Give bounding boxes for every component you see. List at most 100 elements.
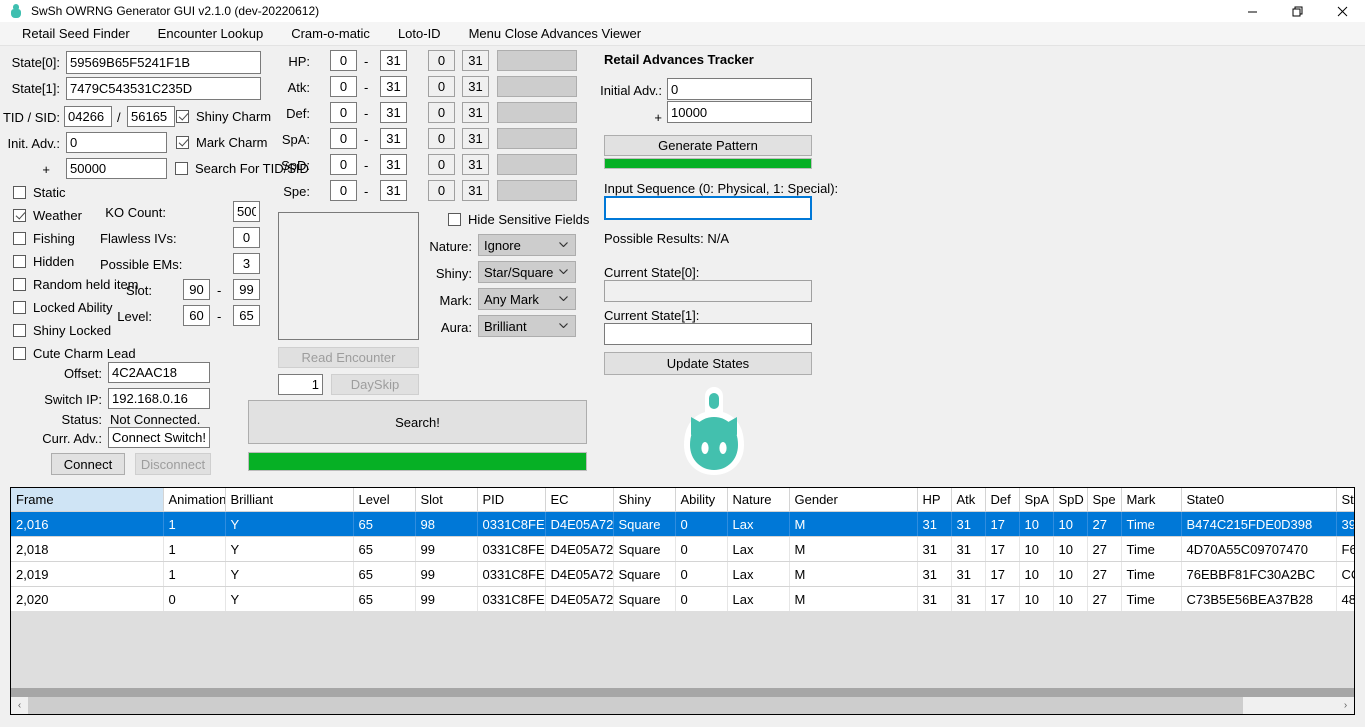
table-cell-pid: 0331C8FE <box>477 536 546 562</box>
iv-def-max-input[interactable] <box>380 102 407 123</box>
offset-input[interactable] <box>108 362 210 383</box>
table-cell-frame: 2,019 <box>11 561 164 587</box>
col-header-spa[interactable]: SpA <box>1019 488 1054 512</box>
col-header-atk[interactable]: Atk <box>951 488 986 512</box>
flag-weather-checkbox[interactable]: Weather <box>13 208 82 223</box>
close-button[interactable] <box>1320 0 1365 22</box>
col-header-state0[interactable]: State0 <box>1181 488 1337 512</box>
tracker-adv-range-input[interactable] <box>667 101 812 123</box>
flag-locked-ability-checkbox[interactable]: Locked Ability <box>13 300 113 315</box>
col-header-level[interactable]: Level <box>353 488 416 512</box>
state0-input[interactable] <box>66 51 261 74</box>
ko-count-input[interactable] <box>233 201 260 222</box>
table-cell-state0: 76EBBF81FC30A2BC <box>1181 561 1337 587</box>
iv-def-min-input[interactable] <box>330 102 357 123</box>
minimize-button[interactable] <box>1230 0 1275 22</box>
iv-hp-max-input[interactable] <box>380 50 407 71</box>
init-adv-input[interactable] <box>66 132 167 153</box>
scroll-left-button[interactable]: ‹ <box>11 697 28 714</box>
iv-atk-result-max <box>462 76 489 97</box>
col-header-def[interactable]: Def <box>985 488 1020 512</box>
initial-adv-input[interactable] <box>667 78 812 100</box>
aura-combo[interactable]: Brilliant <box>478 315 576 337</box>
results-table-scroll-band <box>11 688 1354 697</box>
col-header-state1[interactable]: State1 <box>1336 488 1354 512</box>
slot-min-input[interactable] <box>183 279 210 300</box>
table-row[interactable]: 2,018 1 Y 65 99 0331C8FE D4E05A72 Square 0 Lax M 31… <box>11 536 1354 562</box>
col-header-ec[interactable]: EC <box>545 488 614 512</box>
scrollbar-track[interactable] <box>28 697 1337 714</box>
col-header-shiny[interactable]: Shiny <box>613 488 676 512</box>
level-max-input[interactable] <box>233 305 260 326</box>
shiny-combo[interactable]: Star/Square <box>478 261 576 283</box>
col-header-spd[interactable]: SpD <box>1053 488 1088 512</box>
update-states-button[interactable]: Update States <box>604 352 812 375</box>
maximize-button[interactable] <box>1275 0 1320 22</box>
flag-cute-charm-lead-checkbox[interactable]: Cute Charm Lead <box>13 346 136 361</box>
flag-static-checkbox[interactable]: Static <box>13 185 66 200</box>
col-header-hp[interactable]: HP <box>917 488 952 512</box>
iv-atk-min-input[interactable] <box>330 76 357 97</box>
mark-combo[interactable]: Any Mark <box>478 288 576 310</box>
flawless-ivs-input[interactable] <box>233 227 260 248</box>
iv-hp-min-input[interactable] <box>330 50 357 71</box>
slot-max-input[interactable] <box>233 279 260 300</box>
results-horizontal-scrollbar[interactable]: ‹ › <box>11 697 1354 714</box>
possible-ems-input[interactable] <box>233 253 260 274</box>
menu-item-loto-id[interactable]: Loto-ID <box>388 23 451 44</box>
iv-hp-combo[interactable] <box>497 50 577 71</box>
nature-combo[interactable]: Ignore <box>478 234 576 256</box>
table-row[interactable]: 2,019 1 Y 65 99 0331C8FE D4E05A72 Square 0 Lax M 31… <box>11 561 1354 587</box>
iv-spa-min-input[interactable] <box>330 128 357 149</box>
sid-input[interactable] <box>127 106 175 127</box>
col-header-mark[interactable]: Mark <box>1121 488 1182 512</box>
col-header-brilliant[interactable]: Brilliant <box>225 488 354 512</box>
iv-spe-combo[interactable] <box>497 180 577 201</box>
table-cell-slot: 98 <box>415 511 478 537</box>
curr-adv-input[interactable] <box>108 427 210 448</box>
dayskip-count-input[interactable] <box>278 374 323 395</box>
col-header-gender[interactable]: Gender <box>789 488 918 512</box>
menu-item-cram-o-matic[interactable]: Cram-o-matic <box>281 23 380 44</box>
menu-item-menu-close-advances-viewer[interactable]: Menu Close Advances Viewer <box>459 23 651 44</box>
menu-item-encounter-lookup[interactable]: Encounter Lookup <box>148 23 274 44</box>
iv-spa-combo[interactable] <box>497 128 577 149</box>
hide-sensitive-fields-checkbox[interactable]: Hide Sensitive Fields <box>448 212 589 227</box>
table-row[interactable]: 2,020 0 Y 65 99 0331C8FE D4E05A72 Square 0 Lax M 31… <box>11 586 1354 612</box>
generate-pattern-button[interactable]: Generate Pattern <box>604 135 812 156</box>
iv-spd-combo[interactable] <box>497 154 577 175</box>
col-header-frame[interactable]: Frame <box>11 488 164 512</box>
shiny-charm-checkbox[interactable]: Shiny Charm <box>176 109 271 124</box>
iv-atk-max-input[interactable] <box>380 76 407 97</box>
iv-spe-max-input[interactable] <box>380 180 407 201</box>
connect-button[interactable]: Connect <box>51 453 125 475</box>
col-header-slot[interactable]: Slot <box>415 488 478 512</box>
col-header-nature[interactable]: Nature <box>727 488 790 512</box>
flag-fishing-checkbox[interactable]: Fishing <box>13 231 75 246</box>
scrollbar-thumb[interactable] <box>28 697 1243 714</box>
col-header-pid[interactable]: PID <box>477 488 546 512</box>
tid-input[interactable] <box>64 106 112 127</box>
iv-spa-max-input[interactable] <box>380 128 407 149</box>
adv-range-input[interactable] <box>66 158 167 179</box>
flag-hidden-checkbox[interactable]: Hidden <box>13 254 74 269</box>
input-sequence-input[interactable] <box>604 196 812 220</box>
iv-def-combo[interactable] <box>497 102 577 123</box>
scroll-right-button[interactable]: › <box>1337 697 1354 714</box>
table-row[interactable]: 2,016 1 Y 65 98 0331C8FE D4E05A72 Square 0 Lax M 31… <box>11 511 1354 537</box>
col-header-ability[interactable]: Ability <box>675 488 728 512</box>
flag-shiny-locked-checkbox[interactable]: Shiny Locked <box>13 323 111 338</box>
mark-charm-checkbox[interactable]: Mark Charm <box>176 135 268 150</box>
col-header-animation[interactable]: Animation <box>163 488 226 512</box>
switch-ip-input[interactable] <box>108 388 210 409</box>
iv-spd-max-input[interactable] <box>380 154 407 175</box>
iv-spe-min-input[interactable] <box>330 180 357 201</box>
search-button[interactable]: Search! <box>248 400 587 444</box>
col-header-spe[interactable]: Spe <box>1087 488 1122 512</box>
iv-atk-combo[interactable] <box>497 76 577 97</box>
state1-input[interactable] <box>66 77 261 100</box>
current-state1-input[interactable] <box>604 323 812 345</box>
iv-spd-min-input[interactable] <box>330 154 357 175</box>
level-min-input[interactable] <box>183 305 210 326</box>
menu-item-retail-seed-finder[interactable]: Retail Seed Finder <box>12 23 140 44</box>
